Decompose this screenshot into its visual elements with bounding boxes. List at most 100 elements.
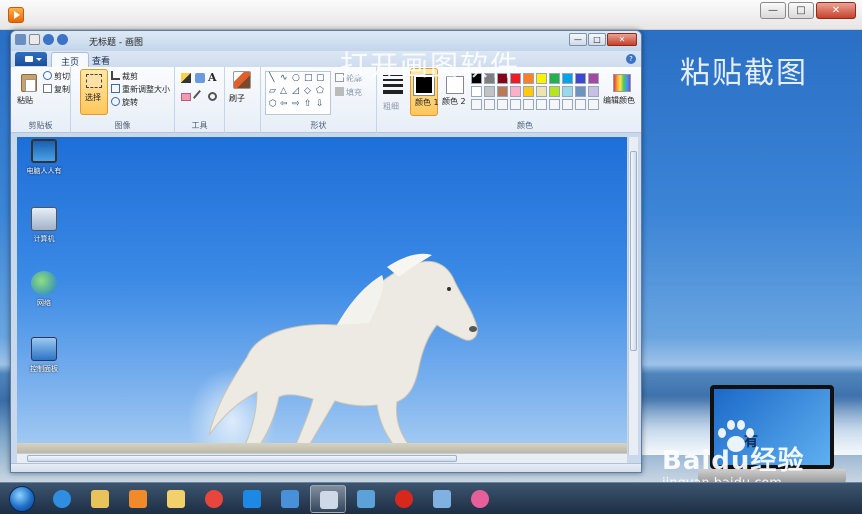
color-swatch[interactable] <box>484 86 495 97</box>
taskbar-item-browser[interactable] <box>234 485 270 513</box>
color-swatch[interactable] <box>523 86 534 97</box>
paint-window-controls: — □ ✕ <box>569 33 637 46</box>
taskbar-item-ie[interactable] <box>44 485 80 513</box>
paste-icon <box>21 74 37 92</box>
paint-window: 无标题 - 画图 — □ ✕ 主页 查看 ? 粘贴 剪切 复制 剪贴板 选择 裁… <box>10 30 642 473</box>
paint-icon <box>320 491 338 509</box>
custom-color-swatch[interactable] <box>497 99 508 110</box>
color1-label: 颜色 1 <box>415 98 439 107</box>
horizontal-scroll-thumb[interactable] <box>27 455 457 462</box>
help-icon[interactable]: ? <box>626 54 636 64</box>
taskbar-item-folder[interactable] <box>158 485 194 513</box>
ribbon: 粘贴 剪切 复制 剪贴板 选择 裁剪 重新调整大小 旋转 图像 A 工具 刷子 … <box>11 67 641 133</box>
paint-menu-button[interactable] <box>15 52 47 66</box>
paint-close-button[interactable]: ✕ <box>607 33 637 46</box>
color-swatch[interactable] <box>497 86 508 97</box>
edit-colors-button[interactable]: 编辑颜色 <box>603 69 639 117</box>
color-swatch[interactable] <box>471 86 482 97</box>
custom-color-swatch[interactable] <box>536 99 547 110</box>
pencil-icon[interactable] <box>181 73 191 83</box>
paint-app-icon[interactable] <box>15 34 26 45</box>
fill-label: 填充 <box>346 88 362 97</box>
group-tools: A 工具 <box>175 67 225 133</box>
paint-maximize-button[interactable]: □ <box>588 33 606 46</box>
brush-icon[interactable] <box>233 71 251 89</box>
custom-color-swatch[interactable] <box>575 99 586 110</box>
desktop-icon-computer[interactable]: 计算机 <box>19 207 69 244</box>
taskbar-item-chess[interactable] <box>386 485 422 513</box>
shapes-gallery[interactable]: ╲ ∿ ○ □ ▢ ▱ △ ◿ ◇ ⬠ ⬡ ⇦ ⇨ ⇧ ⇩ <box>265 71 331 115</box>
taskbar-item-gear[interactable] <box>424 485 460 513</box>
magnifier-icon[interactable] <box>208 92 217 101</box>
fill-icon <box>335 87 344 96</box>
color-swatch[interactable] <box>510 86 521 97</box>
desktop-icon-network[interactable]: 网络 <box>19 271 69 308</box>
computer-icon <box>31 207 57 231</box>
paint-minimize-button[interactable]: — <box>569 33 587 46</box>
color-swatch[interactable] <box>588 73 599 84</box>
maximize-button[interactable]: □ <box>788 2 814 19</box>
color-swatch[interactable] <box>588 86 599 97</box>
redo-icon[interactable] <box>57 34 68 45</box>
color-swatch[interactable] <box>562 86 573 97</box>
color-swatch[interactable] <box>549 86 560 97</box>
taskbar-item-explorer[interactable] <box>82 485 118 513</box>
color-swatch[interactable] <box>549 73 560 84</box>
close-button[interactable]: ✕ <box>816 2 856 19</box>
taskbar-item-qq-pet[interactable] <box>462 485 498 513</box>
paint-canvas[interactable]: 电脑人人有 计算机 网络 控制面板 <box>17 137 627 455</box>
custom-color-swatch[interactable] <box>562 99 573 110</box>
select-button[interactable]: 选择 <box>80 69 108 115</box>
paint-statusbar <box>11 463 641 472</box>
tab-view[interactable]: 查看 <box>83 52 119 67</box>
color-swatch[interactable] <box>575 86 586 97</box>
resize-button[interactable]: 重新调整大小 <box>111 84 170 95</box>
paint-titlebar: 无标题 - 画图 — □ ✕ <box>11 31 641 51</box>
color-swatch[interactable] <box>562 73 573 84</box>
text-tool-icon[interactable]: A <box>208 71 217 84</box>
color-swatch[interactable] <box>536 73 547 84</box>
clipboard-group-label: 剪贴板 <box>28 121 53 130</box>
eraser-icon[interactable] <box>181 93 191 101</box>
edit-colors-label: 编辑颜色 <box>603 96 635 105</box>
horizontal-scrollbar[interactable] <box>17 453 627 463</box>
undo-icon[interactable] <box>43 34 54 45</box>
vertical-scroll-thumb[interactable] <box>630 151 637 351</box>
player-logo-icon[interactable] <box>8 7 24 23</box>
document-icon <box>281 490 299 508</box>
caption-open-paint: 打开画图软件 <box>340 49 521 82</box>
desktop-icon-diannao[interactable]: 电脑人人有 <box>19 139 69 176</box>
color-swatch[interactable] <box>523 73 534 84</box>
taskbar-item-document[interactable] <box>272 485 308 513</box>
save-icon[interactable] <box>29 34 40 45</box>
taskbar-item-remote-desktop[interactable] <box>348 485 384 513</box>
desktop-icon-control-panel[interactable]: 控制面板 <box>19 337 69 374</box>
custom-color-swatch[interactable] <box>588 99 599 110</box>
taskbar-item-paint[interactable] <box>310 485 346 513</box>
color-swatch[interactable] <box>575 73 586 84</box>
custom-color-swatch[interactable] <box>484 99 495 110</box>
custom-color-swatch[interactable] <box>523 99 534 110</box>
start-button[interactable] <box>9 486 35 512</box>
minimize-button[interactable]: — <box>760 2 786 19</box>
paste-button[interactable]: 粘贴 <box>13 69 41 117</box>
taskbar-item-media-player[interactable] <box>120 485 156 513</box>
taskbar-item-chrome[interactable] <box>196 485 232 513</box>
rotate-button[interactable]: 旋转 <box>111 97 138 108</box>
color-swatch[interactable] <box>536 86 547 97</box>
copy-button[interactable]: 复制 <box>43 84 70 95</box>
color-picker-icon[interactable] <box>192 89 208 105</box>
fill-button[interactable]: 填充 <box>335 87 362 98</box>
crop-button[interactable]: 裁剪 <box>111 71 138 82</box>
custom-color-swatch[interactable] <box>471 99 482 110</box>
select-label: 选择 <box>85 93 101 102</box>
copy-label: 复制 <box>54 85 70 94</box>
qq-pet-icon <box>471 490 489 508</box>
cut-button[interactable]: 剪切 <box>43 71 70 82</box>
vertical-scrollbar[interactable] <box>628 137 638 455</box>
folder-icon <box>167 490 185 508</box>
custom-color-swatch[interactable] <box>510 99 521 110</box>
fill-bucket-icon[interactable] <box>195 73 205 83</box>
custom-color-swatch[interactable] <box>549 99 560 110</box>
control-panel-icon <box>31 337 57 361</box>
